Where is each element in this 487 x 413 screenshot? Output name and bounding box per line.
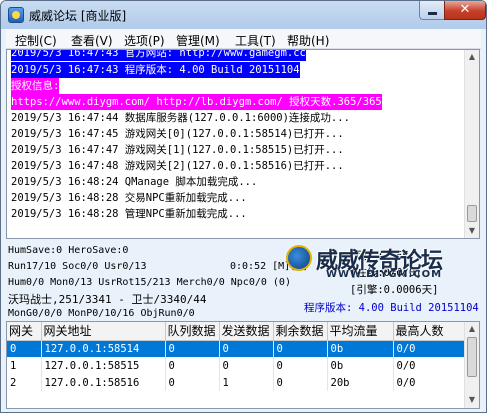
- window-title: 威威论坛 [商业版]: [29, 9, 127, 23]
- log-line: 2019/5/3 16:47:43 官方网站: http://www.gameg…: [11, 50, 306, 61]
- log-line: 授权信息:: [11, 78, 60, 94]
- col-max-users[interactable]: 最高人数: [393, 322, 466, 341]
- col-traffic[interactable]: 平均流量: [327, 322, 394, 341]
- cell-traffic: 0b: [327, 357, 394, 374]
- log-scroll-thumb[interactable]: [467, 205, 477, 222]
- watermark: 威威传奇论坛 WWW.DIYGM.COM: [286, 239, 481, 293]
- col-sent[interactable]: 发送数据: [219, 322, 274, 341]
- watermark-url: WWW.DIYGM.COM: [326, 269, 443, 280]
- cell-traffic: 0b: [327, 340, 394, 357]
- menu-help[interactable]: 帮助(H): [287, 32, 329, 49]
- watermark-logo-icon: [286, 245, 312, 271]
- scroll-up-arrow-icon[interactable]: ▲: [467, 324, 477, 334]
- cell-remaining: 0: [273, 340, 328, 357]
- status-save: HumSave:0 HeroSave:0: [8, 245, 129, 256]
- cell-sent: 1: [219, 374, 274, 391]
- cell-remaining: 0: [273, 357, 328, 374]
- log-line: 2019/5/3 16:48:28 交易NPC重新加载完成...: [11, 192, 247, 204]
- log-line: 2019/5/3 16:47:44 数据库服务器(127.0.0.1:6000)…: [11, 112, 350, 124]
- app-icon: [8, 7, 24, 23]
- table-row[interactable]: 0 127.0.0.1:58514 0 0 0 0b 0/0: [7, 340, 466, 357]
- table-scroll-thumb[interactable]: [467, 337, 477, 377]
- cell-gateway: 0: [7, 340, 42, 357]
- log-line: https://www.diygm.com/ http://lb.diygm.c…: [11, 94, 382, 110]
- minimize-button[interactable]: [419, 1, 445, 20]
- menu-tools[interactable]: 工具(T): [235, 32, 276, 49]
- menu-options[interactable]: 选项(P): [124, 32, 165, 49]
- cell-remaining: 0: [273, 374, 328, 391]
- title-bar[interactable]: 威威论坛 [商业版] ✕: [1, 1, 486, 29]
- log-line: 2019/5/3 16:47:48 游戏网关[2](127.0.0.1:5851…: [11, 160, 344, 172]
- cell-sent: 0: [219, 357, 274, 374]
- status-run: Run17/10 Soc0/0 Usr0/13: [8, 261, 147, 272]
- menu-bar: 控制(C) 查看(V) 选项(P) 管理(M) 工具(T) 帮助(H): [6, 29, 481, 49]
- col-gateway[interactable]: 网关: [7, 322, 42, 341]
- log-scrollbar[interactable]: ▲ ▼: [464, 50, 479, 238]
- cell-queue: 0: [165, 374, 220, 391]
- log-panel[interactable]: 2019/5/3 16:47:43 官方网站: http://www.gameg…: [6, 49, 480, 239]
- gateway-grid: 网关 网关地址 队列数据 发送数据 剩余数据 平均流量 最高人数 0 127.0…: [7, 322, 466, 391]
- table-scrollbar[interactable]: ▲ ▼: [464, 322, 479, 408]
- log-line: 2019/5/3 16:48:24 QManage 脚本加载完成...: [11, 176, 258, 188]
- main-window: 威威论坛 [商业版] ✕ 控制(C) 查看(V) 选项(P) 管理(M) 工具(…: [0, 0, 487, 413]
- program-version: 程序版本: 4.00 Build 20151104: [304, 302, 479, 314]
- cell-gateway: 2: [7, 374, 42, 391]
- cell-queue: 0: [165, 340, 220, 357]
- table-header-row: 网关 网关地址 队列数据 发送数据 剩余数据 平均流量 最高人数: [7, 322, 466, 341]
- cell-gateway: 1: [7, 357, 42, 374]
- col-queue[interactable]: 队列数据: [165, 322, 220, 341]
- cell-sent: 0: [219, 340, 274, 357]
- menu-manage[interactable]: 管理(M): [176, 32, 220, 49]
- col-remaining[interactable]: 剩余数据: [273, 322, 328, 341]
- close-button[interactable]: ✕: [444, 1, 486, 20]
- cell-max-users: 0/0: [393, 357, 466, 374]
- status-objects: Hum0/0 Mon0/13 UsrRot15/213 Merch0/0 Npc…: [8, 277, 291, 288]
- scroll-down-arrow-icon[interactable]: ▼: [467, 395, 477, 405]
- log-line: 2019/5/3 16:48:28 管理NPC重新加载完成...: [11, 208, 247, 220]
- scroll-up-arrow-icon[interactable]: ▲: [467, 52, 477, 62]
- table-row[interactable]: 2 127.0.0.1:58516 0 1 0 20b 0/0: [7, 374, 466, 391]
- status-mon: MonG0/0/0 MonP0/10/16 ObjRun0/0: [8, 308, 195, 319]
- col-address[interactable]: 网关地址: [41, 322, 166, 341]
- cell-address: 127.0.0.1:58514: [41, 340, 166, 357]
- log-line: 2019/5/3 16:47:47 游戏网关[1](127.0.0.1:5851…: [11, 144, 344, 156]
- scroll-down-arrow-icon[interactable]: ▼: [467, 226, 477, 236]
- menu-view[interactable]: 查看(V): [71, 32, 113, 49]
- cell-max-users: 0/0: [393, 340, 466, 357]
- status-monster-info: 沃玛战士,251/3341 - 卫士/3340/44: [8, 293, 207, 306]
- cell-address: 127.0.0.1:58516: [41, 374, 166, 391]
- log-line: 2019/5/3 16:47:43 程序版本: 4.00 Build 20151…: [11, 62, 300, 78]
- menu-control[interactable]: 控制(C): [15, 32, 57, 49]
- log-line: 2019/5/3 16:47:45 游戏网关[0](127.0.0.1:5851…: [11, 128, 344, 140]
- cell-max-users: 0/0: [393, 374, 466, 391]
- cell-traffic: 20b: [327, 374, 394, 391]
- table-row[interactable]: 1 127.0.0.1:58515 0 0 0 0b 0/0: [7, 357, 466, 374]
- cell-queue: 0: [165, 357, 220, 374]
- cell-address: 127.0.0.1:58515: [41, 357, 166, 374]
- gateway-table[interactable]: 网关 网关地址 队列数据 发送数据 剩余数据 平均流量 最高人数 0 127.0…: [6, 321, 480, 409]
